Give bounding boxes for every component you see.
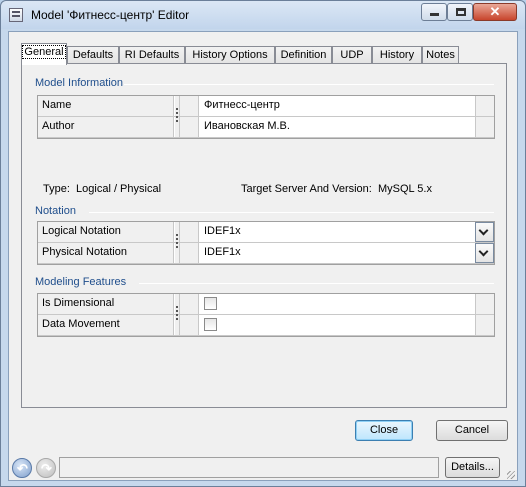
- minimize-icon: [430, 13, 439, 16]
- row-separator: [179, 243, 199, 263]
- row-end-cell: [475, 96, 494, 116]
- data-movement-cell: [199, 315, 475, 335]
- section-divider: [124, 84, 494, 85]
- row-end-cell: [475, 117, 494, 137]
- is-dimensional-checkbox[interactable]: [204, 297, 217, 310]
- type-info: Type: Logical / Physical: [43, 183, 161, 195]
- is-dimensional-label: Is Dimensional: [38, 294, 174, 314]
- section-modeling-features: Modeling Features: [35, 276, 127, 288]
- undo-icon: ↶: [17, 461, 28, 476]
- splitter-grip-icon[interactable]: [175, 306, 179, 322]
- section-notation: Notation: [35, 205, 76, 217]
- logical-notation-select[interactable]: IDEF1x: [199, 222, 475, 242]
- tab-udp[interactable]: UDP: [332, 46, 372, 64]
- target-server-info: Target Server And Version: MySQL 5.x: [241, 183, 432, 195]
- maximize-button[interactable]: [447, 3, 473, 21]
- tab-ri-defaults[interactable]: RI Defaults: [119, 46, 185, 64]
- name-field[interactable]: Фитнесс-центр: [199, 96, 475, 116]
- row-end-cell: [475, 315, 494, 335]
- tab-general-label: General: [22, 45, 66, 59]
- name-label: Name: [38, 96, 174, 116]
- window-title: Model 'Фитнесс-центр' Editor: [31, 8, 190, 22]
- tab-defaults[interactable]: Defaults: [67, 46, 119, 64]
- row-separator: [179, 294, 199, 314]
- tab-general[interactable]: General: [21, 43, 67, 65]
- grid-row-logical-notation: Logical Notation IDEF1x: [38, 222, 494, 243]
- section-model-information: Model Information: [35, 77, 124, 89]
- editor-window: Model 'Фитнесс-центр' Editor ✕ General D…: [0, 0, 526, 487]
- window-app-icon: [9, 8, 23, 22]
- notation-grid: Logical Notation IDEF1x Physical Notatio…: [37, 221, 495, 265]
- target-server-value: MySQL 5.x: [377, 183, 432, 195]
- status-bar: ↶ ↷ Details...: [9, 455, 517, 481]
- minimize-button[interactable]: [421, 3, 447, 21]
- physical-notation-select[interactable]: IDEF1x: [199, 243, 475, 263]
- tab-history-options[interactable]: History Options: [185, 46, 275, 64]
- tab-definition[interactable]: Definition: [275, 46, 332, 64]
- type-label: Type:: [43, 183, 70, 195]
- author-label: Author: [38, 117, 174, 137]
- maximize-icon: [456, 8, 466, 16]
- target-server-label: Target Server And Version:: [241, 183, 372, 195]
- resize-grip-icon[interactable]: [507, 471, 515, 479]
- chevron-down-icon: [478, 225, 489, 236]
- dialog-client-area: General Defaults RI Defaults History Opt…: [8, 31, 518, 481]
- redo-button[interactable]: ↷: [36, 458, 56, 478]
- data-movement-label: Data Movement: [38, 315, 174, 335]
- row-separator: [179, 222, 199, 242]
- grid-row-data-movement: Data Movement: [38, 315, 494, 336]
- grid-row-is-dimensional: Is Dimensional: [38, 294, 494, 315]
- redo-icon: ↷: [41, 461, 52, 476]
- data-movement-checkbox[interactable]: [204, 318, 217, 331]
- logical-notation-label: Logical Notation: [38, 222, 174, 242]
- row-end-cell: [475, 294, 494, 314]
- model-info-grid: Name Фитнесс-центр Author Ивановская М.В…: [37, 95, 495, 139]
- close-button[interactable]: Close: [355, 420, 413, 441]
- close-icon: ✕: [489, 4, 501, 19]
- row-separator: [179, 315, 199, 335]
- undo-button[interactable]: ↶: [12, 458, 32, 478]
- row-separator: [179, 117, 199, 137]
- close-window-button[interactable]: ✕: [473, 3, 517, 21]
- grid-row-physical-notation: Physical Notation IDEF1x: [38, 243, 494, 264]
- general-tab-panel: Model Information Name Фитнесс-центр Aut…: [21, 63, 507, 408]
- details-button[interactable]: Details...: [445, 457, 500, 478]
- tab-notes[interactable]: Notes: [422, 46, 459, 64]
- cancel-button[interactable]: Cancel: [436, 420, 508, 441]
- chevron-down-icon: [478, 246, 489, 257]
- is-dimensional-cell: [199, 294, 475, 314]
- physical-notation-label: Physical Notation: [38, 243, 174, 263]
- modeling-features-grid: Is Dimensional Data Movement: [37, 293, 495, 337]
- section-divider: [139, 283, 494, 284]
- title-bar: Model 'Фитнесс-центр' Editor ✕: [1, 1, 525, 29]
- tab-history[interactable]: History: [372, 46, 422, 64]
- row-separator: [179, 96, 199, 116]
- author-field[interactable]: Ивановская М.В.: [199, 117, 475, 137]
- splitter-grip-icon[interactable]: [175, 108, 179, 124]
- type-value: Logical / Physical: [76, 183, 162, 195]
- section-divider: [89, 212, 494, 213]
- splitter-grip-icon[interactable]: [175, 234, 179, 250]
- logical-notation-dropdown-button[interactable]: [475, 222, 494, 242]
- grid-row-author: Author Ивановская М.В.: [38, 117, 494, 138]
- status-field: [59, 457, 439, 478]
- physical-notation-dropdown-button[interactable]: [475, 243, 494, 263]
- grid-row-name: Name Фитнесс-центр: [38, 96, 494, 117]
